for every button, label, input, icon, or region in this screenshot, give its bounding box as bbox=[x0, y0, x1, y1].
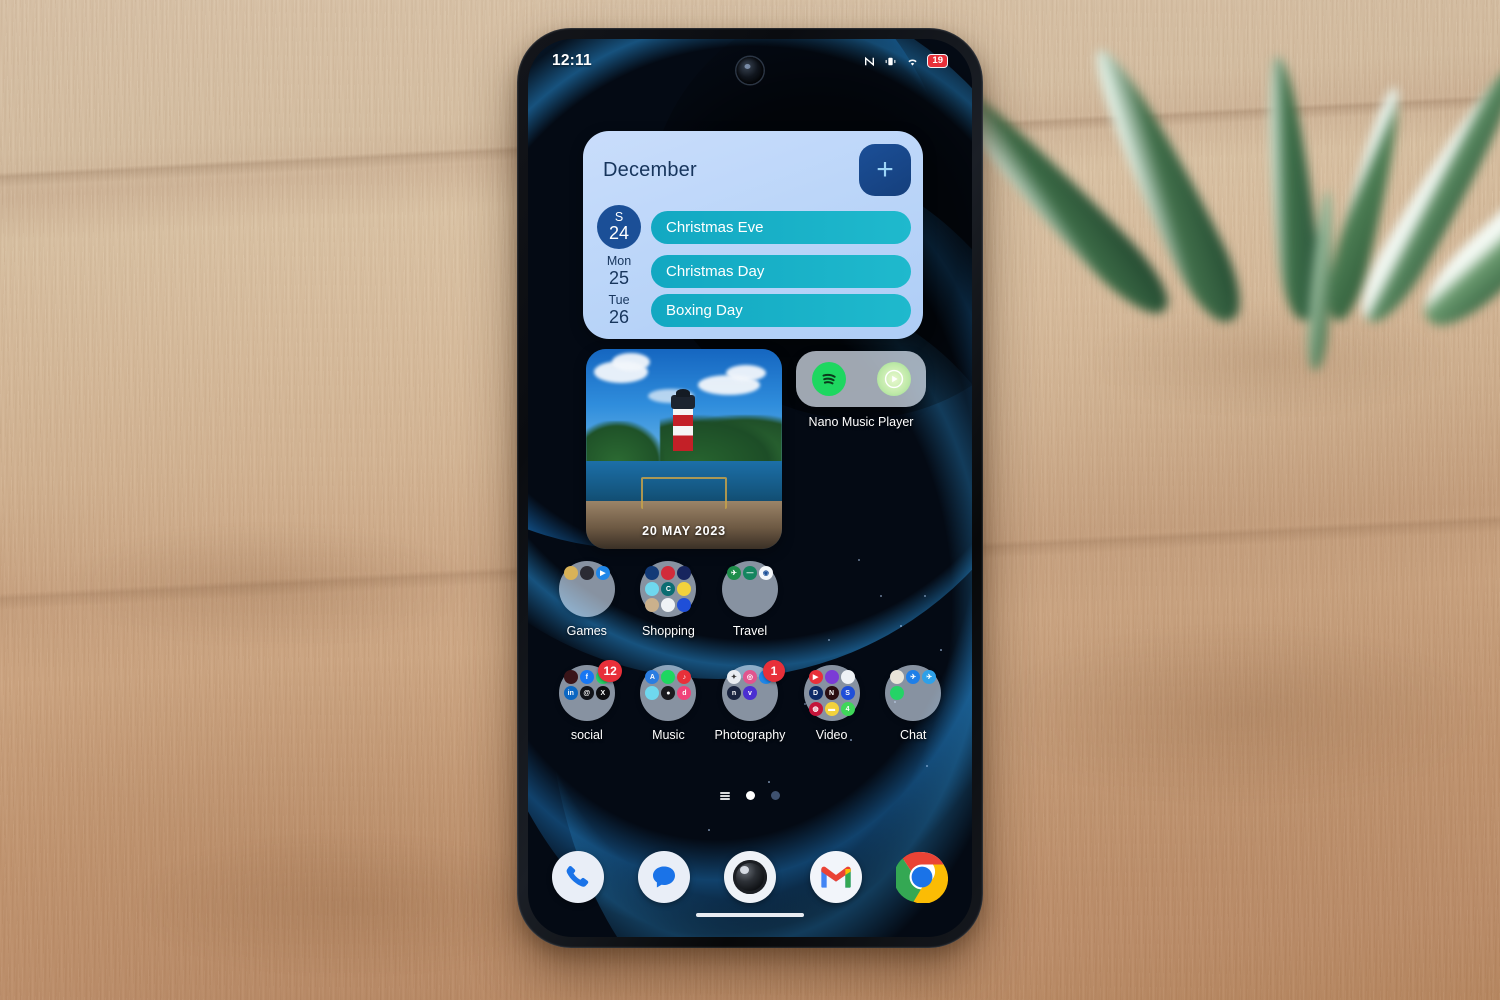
music-widget-label: Nano Music Player bbox=[808, 415, 914, 429]
folder-icon[interactable]: f in @ X 12 bbox=[558, 660, 622, 721]
vibrate-icon bbox=[883, 55, 898, 68]
calendar-event-title[interactable]: Christmas Day bbox=[651, 255, 911, 288]
calendar-date-chip: Mon 25 bbox=[597, 255, 641, 287]
app-folder-chat[interactable]: ✈ ✈ Chat bbox=[872, 665, 954, 742]
calendar-add-button[interactable]: + bbox=[859, 144, 911, 196]
chrome-app-icon[interactable] bbox=[896, 851, 948, 903]
app-slot-empty bbox=[872, 561, 954, 638]
phone-app-icon[interactable] bbox=[552, 851, 604, 903]
music-widget-pill[interactable] bbox=[796, 351, 926, 407]
camera-app-icon[interactable] bbox=[724, 851, 776, 903]
folder-icon[interactable]: A ♪ ● d bbox=[640, 665, 697, 721]
calendar-widget[interactable]: December + S 24 Christmas Eve Mon 25 Chr… bbox=[583, 131, 923, 339]
calendar-header: December + bbox=[583, 131, 923, 202]
page-dot-inactive[interactable] bbox=[771, 791, 780, 800]
app-folder-travel[interactable]: ✈ — ◉ Travel bbox=[709, 561, 791, 638]
folder-icon[interactable]: ▶ bbox=[558, 561, 615, 617]
calendar-dow: Tue bbox=[608, 293, 630, 308]
app-folder-social[interactable]: f in @ X 12 social bbox=[546, 660, 628, 742]
smartphone-device: 12:11 19 December + S 24 Christmas Eve M… bbox=[517, 28, 983, 948]
photo-widget[interactable]: 20 MAY 2023 bbox=[586, 349, 782, 549]
folder-mini-icons: A ♪ ● d bbox=[645, 670, 692, 700]
lighthouse bbox=[670, 389, 696, 451]
calendar-event-title[interactable]: Christmas Eve bbox=[651, 210, 911, 244]
calendar-event-row[interactable]: S 24 Christmas Eve bbox=[583, 202, 923, 252]
calendar-event-title[interactable]: Boxing Day bbox=[651, 294, 911, 327]
app-folder-photography[interactable]: ✦ ◎ n v 1 Photography bbox=[709, 660, 791, 742]
app-folder-video[interactable]: ▶ D N S ◍ ▬ 4 Video bbox=[791, 665, 873, 742]
calendar-date-chip: S 24 bbox=[597, 205, 641, 249]
battery-badge: 19 bbox=[927, 54, 948, 68]
plant-leaves bbox=[917, 0, 1500, 371]
app-row: f in @ X 12 social A ♪ ● d Music ✦ ◎ n v… bbox=[546, 660, 954, 742]
folder-mini-icons: C bbox=[645, 566, 692, 612]
folder-mini-icons: ✈ — ◉ bbox=[726, 566, 773, 580]
app-row: ▶ Games C Shopping ✈ — ◉ Travel bbox=[546, 561, 954, 638]
music-widget[interactable]: Nano Music Player bbox=[796, 351, 926, 429]
calendar-dow: Mon bbox=[606, 254, 632, 269]
calendar-day: 25 bbox=[608, 267, 630, 288]
folder-icon[interactable]: ✈ ✈ bbox=[885, 665, 942, 721]
calendar-event-row[interactable]: Mon 25 Christmas Day bbox=[583, 252, 923, 291]
app-label: Travel bbox=[732, 624, 768, 638]
folder-icon[interactable]: ✦ ◎ n v 1 bbox=[721, 660, 785, 721]
gesture-navigation-bar[interactable] bbox=[696, 913, 804, 917]
phone-screen[interactable]: 12:11 19 December + S 24 Christmas Eve M… bbox=[528, 39, 972, 937]
dock bbox=[552, 851, 948, 903]
calendar-month-label: December bbox=[603, 158, 697, 181]
calendar-day: 24 bbox=[608, 223, 630, 244]
folder-mini-icons: ▶ bbox=[563, 566, 610, 580]
wifi-icon bbox=[905, 55, 920, 68]
youtube-music-icon[interactable] bbox=[876, 362, 911, 396]
app-grid: ▶ Games C Shopping ✈ — ◉ Travel f in @ X… bbox=[546, 561, 954, 742]
status-clock: 12:11 bbox=[552, 52, 592, 69]
app-label: Music bbox=[652, 728, 685, 742]
app-folder-games[interactable]: ▶ Games bbox=[546, 561, 628, 638]
calendar-day: 26 bbox=[608, 306, 630, 327]
calendar-date-chip: Tue 26 bbox=[597, 294, 641, 326]
page-dot-active[interactable] bbox=[746, 791, 755, 800]
front-camera-punchhole bbox=[736, 57, 764, 84]
page-indicator[interactable] bbox=[528, 791, 972, 800]
app-label: Games bbox=[566, 624, 607, 638]
notification-badge: 12 bbox=[598, 660, 622, 682]
photo-date-caption: 20 MAY 2023 bbox=[642, 524, 726, 538]
app-label: Shopping bbox=[641, 624, 695, 638]
folder-icon[interactable]: ✈ — ◉ bbox=[721, 561, 778, 617]
spotify-icon[interactable] bbox=[811, 362, 846, 396]
folder-icon[interactable]: C bbox=[640, 561, 697, 617]
app-folder-shopping[interactable]: C Shopping bbox=[628, 561, 710, 638]
app-label: social bbox=[570, 728, 603, 742]
app-label: Chat bbox=[899, 728, 927, 742]
app-label: Video bbox=[815, 728, 848, 742]
nfc-icon bbox=[863, 55, 876, 68]
photo-railing bbox=[640, 477, 728, 509]
app-list-icon[interactable] bbox=[720, 791, 730, 800]
status-icons: 19 bbox=[863, 54, 948, 68]
folder-mini-icons: ▶ D N S ◍ ▬ 4 bbox=[808, 670, 855, 716]
folder-icon[interactable]: ▶ D N S ◍ ▬ 4 bbox=[803, 665, 860, 721]
app-label: Photography bbox=[714, 728, 786, 742]
folder-mini-icons: ✈ ✈ bbox=[890, 670, 937, 700]
app-slot-empty bbox=[791, 561, 873, 638]
app-folder-music[interactable]: A ♪ ● d Music bbox=[628, 665, 710, 742]
calendar-event-row[interactable]: Tue 26 Boxing Day bbox=[583, 291, 923, 330]
gmail-app-icon[interactable] bbox=[810, 851, 862, 903]
messages-app-icon[interactable] bbox=[638, 851, 690, 903]
notification-badge: 1 bbox=[762, 660, 785, 682]
